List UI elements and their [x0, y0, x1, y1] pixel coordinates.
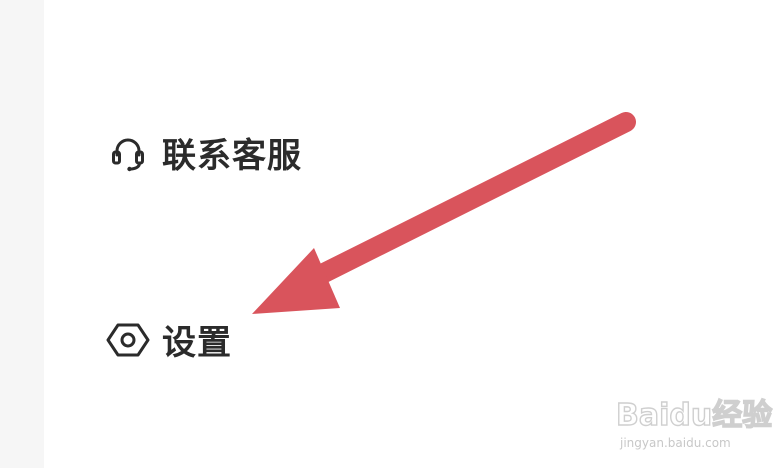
watermark-url: jingyan.baidu.com	[620, 436, 731, 450]
watermark-brand: Baidu经验	[615, 397, 773, 433]
watermark: Baidu经验 jingyan.baidu.com	[615, 388, 773, 458]
